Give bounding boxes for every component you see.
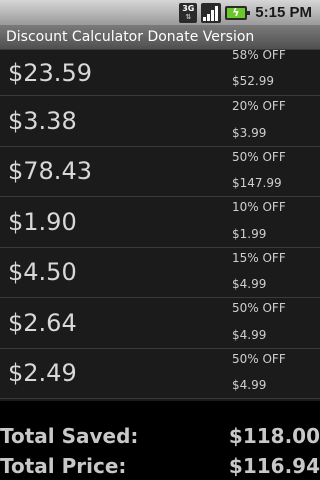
- app-title-bar: Discount Calculator Donate Version: [0, 25, 320, 50]
- discount-percent: 10% OFF: [232, 200, 286, 214]
- network-type-label: 3G: [182, 3, 195, 13]
- discount-percent: 15% OFF: [232, 250, 286, 265]
- discount-percent: 50% OFF: [232, 351, 286, 366]
- original-price: $4.99: [232, 378, 267, 392]
- list-item[interactable]: $1.90 10% OFF $1.99: [0, 197, 320, 248]
- list-item[interactable]: $78.43 50% OFF $147.99: [0, 147, 320, 197]
- total-saved-label: Total Saved:: [0, 424, 139, 448]
- original-price: $4.99: [232, 327, 267, 342]
- original-price: $3.99: [232, 125, 267, 140]
- discounted-price: $2.49: [8, 359, 77, 388]
- original-price: $147.99: [232, 176, 282, 190]
- discounted-price: $3.38: [8, 106, 77, 135]
- list-item[interactable]: $2.49 50% OFF $4.99: [0, 349, 320, 399]
- discount-percent: 50% OFF: [232, 149, 286, 164]
- total-price-row: Total Price: $116.94: [0, 451, 320, 480]
- total-price-label: Total Price:: [0, 454, 127, 478]
- discounted-price: $23.59: [8, 58, 92, 87]
- discount-percent: 20% OFF: [232, 99, 286, 113]
- discount-list[interactable]: $23.59 58% OFF $52.99 $3.38 20% OFF $3.9…: [0, 50, 320, 401]
- status-bar: 3G ⇅ ϟ 5:15 PM: [0, 0, 320, 25]
- discounted-price: $2.64: [8, 308, 77, 337]
- data-arrows-icon: ⇅: [185, 12, 192, 21]
- battery-charging-icon: ϟ: [225, 5, 251, 20]
- list-item[interactable]: $3.38 20% OFF $3.99: [0, 96, 320, 147]
- total-price-value: $116.94: [228, 454, 320, 478]
- signal-strength-icon: [201, 2, 222, 23]
- discounted-price: $1.90: [8, 207, 77, 236]
- totals-panel: Total Saved: $118.00 Total Price: $116.9…: [0, 401, 320, 480]
- discount-percent: 50% OFF: [232, 301, 286, 315]
- status-time: 5:15 PM: [255, 4, 312, 21]
- list-item[interactable]: $2.64 50% OFF $4.99: [0, 298, 320, 349]
- list-item[interactable]: $23.59 58% OFF $52.99: [0, 50, 320, 96]
- original-price: $1.99: [232, 226, 267, 241]
- app-title: Discount Calculator Donate Version: [6, 29, 255, 45]
- original-price: $4.99: [232, 277, 267, 291]
- discounted-price: $78.43: [8, 157, 92, 186]
- network-3g-icon: 3G ⇅: [179, 2, 198, 23]
- total-saved-value: $118.00: [228, 424, 320, 448]
- discount-percent: 58% OFF: [232, 50, 286, 62]
- total-saved-row: Total Saved: $118.00: [0, 421, 320, 451]
- list-item[interactable]: $4.50 15% OFF $4.99: [0, 248, 320, 298]
- original-price: $52.99: [232, 74, 274, 88]
- discounted-price: $4.50: [8, 258, 77, 287]
